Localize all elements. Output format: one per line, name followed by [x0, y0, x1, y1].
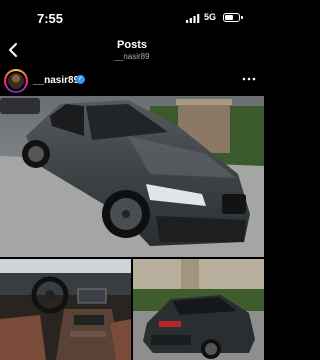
battery-icon: [223, 13, 240, 22]
status-bar: 7:55 5G: [0, 0, 264, 36]
page-header: Posts __nasir89: [0, 36, 264, 66]
car-rear-image: [133, 259, 264, 360]
network-type-label: 5G: [204, 12, 217, 22]
page-subtitle: __nasir89: [114, 52, 150, 61]
post-username[interactable]: __nasir89: [33, 75, 79, 86]
avatar[interactable]: [4, 69, 28, 93]
post-header: __nasir89 ✓: [0, 66, 264, 96]
car-photo-image: [0, 96, 264, 257]
battery-level-fill: [225, 15, 233, 20]
page-title: Posts: [117, 39, 147, 51]
cellular-signal-icon: [186, 14, 200, 23]
post-photo-interior[interactable]: [0, 259, 131, 360]
car-interior-image: [0, 259, 131, 360]
verified-badge-icon: ✓: [76, 75, 85, 84]
post-photo-main[interactable]: [0, 96, 264, 257]
more-dots-icon[interactable]: [242, 76, 256, 82]
avatar-photo: [8, 73, 24, 89]
battery-tip: [241, 16, 243, 19]
post-photo-rear[interactable]: [133, 259, 264, 360]
clock-time: 7:55: [37, 11, 64, 26]
